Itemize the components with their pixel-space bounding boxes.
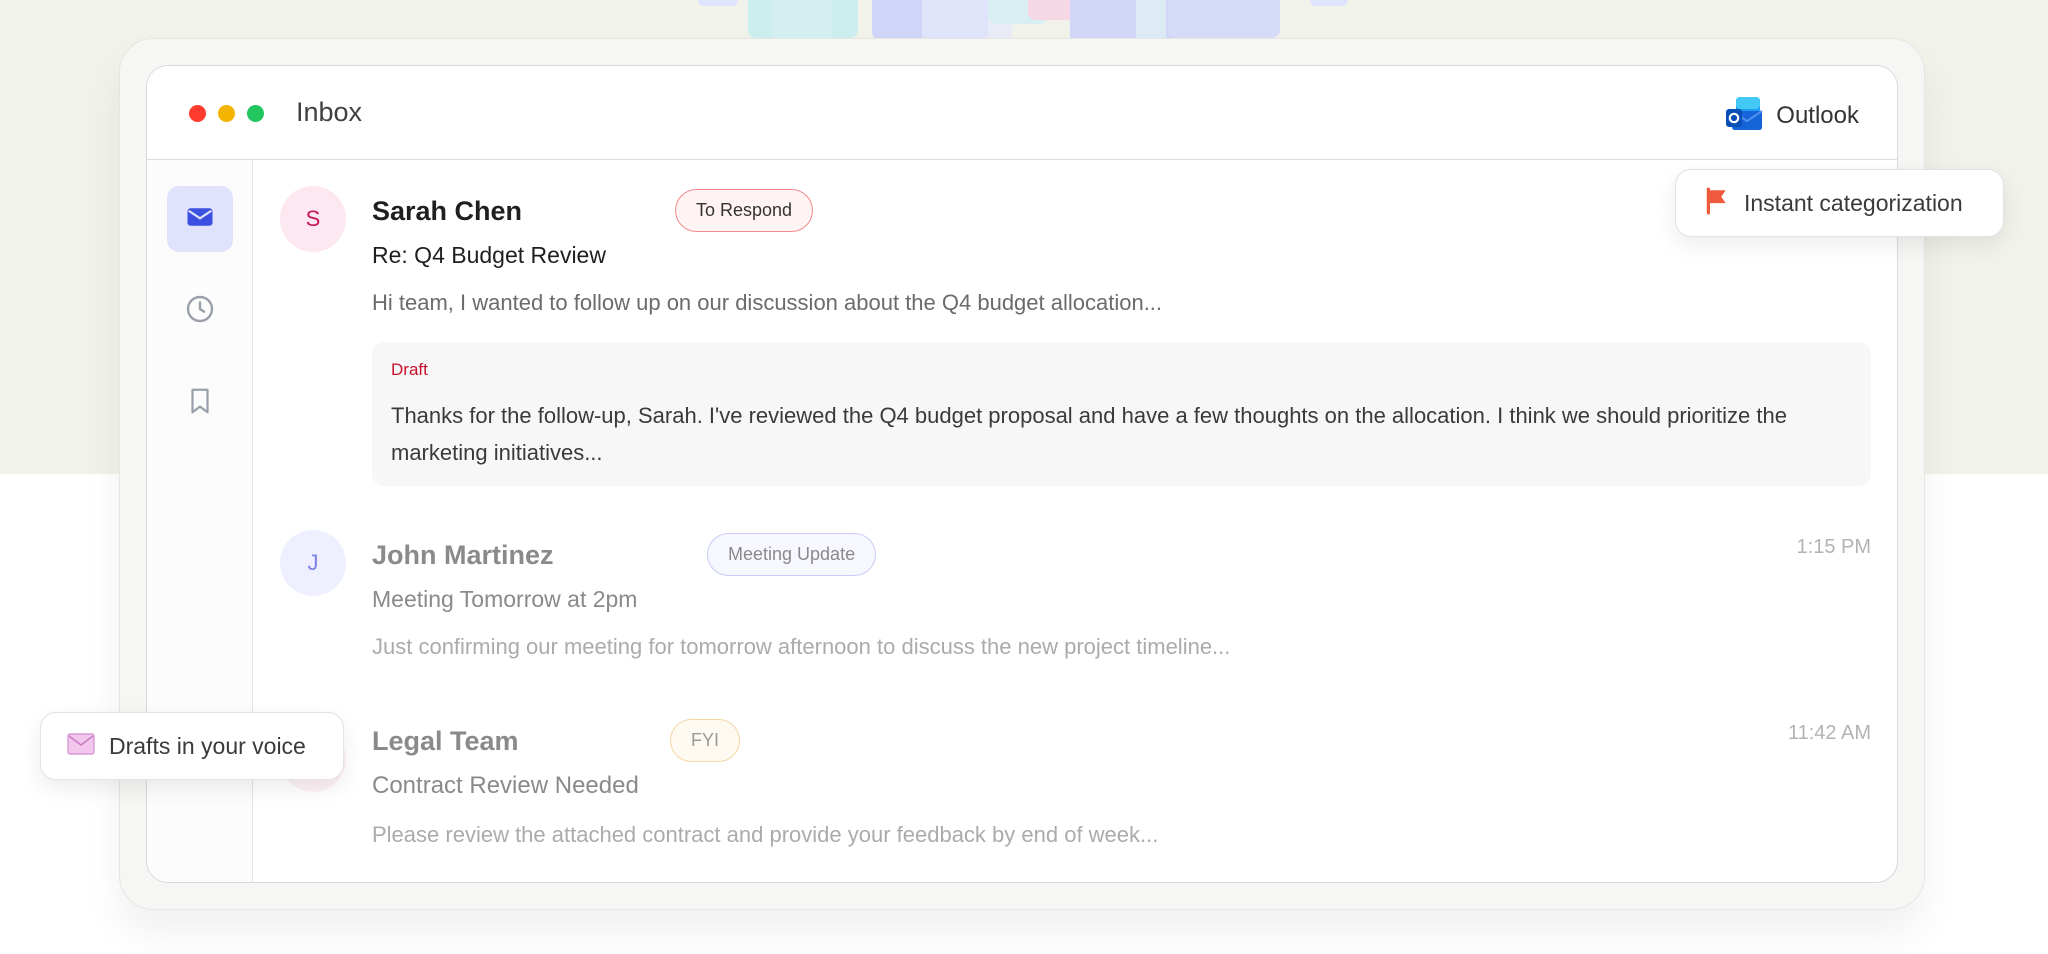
sidebar-item-inbox[interactable] xyxy=(167,186,233,252)
sender-name: John Martinez xyxy=(372,540,554,570)
callout-label: Drafts in your voice xyxy=(109,732,306,759)
bookmark-icon xyxy=(185,386,215,421)
close-window-button[interactable] xyxy=(189,105,206,122)
tag-fyi[interactable]: FYI xyxy=(670,719,741,762)
title-bar: Inbox Outlook xyxy=(147,66,1897,160)
email-list: S Sarah Chen To Respond Re: Q4 Budget Re… xyxy=(254,160,1897,882)
email-preview: Please review the attached contract and … xyxy=(372,822,1159,847)
tag-to-respond[interactable]: To Respond xyxy=(675,189,814,232)
maximize-window-button[interactable] xyxy=(247,105,264,122)
email-item[interactable]: J John Martinez Meeting Update 1:15 PM M… xyxy=(254,500,1897,686)
email-preview: Just confirming our meeting for tomorrow… xyxy=(372,634,1231,659)
draft-text: Thanks for the follow-up, Sarah. I've re… xyxy=(391,403,1787,465)
brand-label: Outlook xyxy=(1776,101,1859,129)
avatar: J xyxy=(280,530,346,596)
envelope-icon xyxy=(185,202,215,237)
avatar: S xyxy=(280,186,346,252)
sender-name: Legal Team xyxy=(372,726,519,756)
outlook-brand: Outlook xyxy=(1724,93,1859,138)
outlook-logo-icon xyxy=(1724,93,1764,138)
email-subject: Re: Q4 Budget Review xyxy=(372,242,606,268)
email-time: 11:42 AM xyxy=(1787,722,1871,744)
tag-meeting-update[interactable]: Meeting Update xyxy=(707,533,877,576)
envelope-icon xyxy=(67,732,95,760)
sender-name: Sarah Chen xyxy=(372,196,523,226)
callout-drafts-voice: Drafts in your voice xyxy=(40,712,344,780)
sidebar-item-saved[interactable] xyxy=(167,370,233,436)
draft-label: Draft xyxy=(391,360,428,379)
callout-instant-categorization: Instant categorization xyxy=(1675,169,2004,237)
email-time: 1:15 PM xyxy=(1796,536,1871,558)
draft-reply[interactable]: Draft Thanks for the follow-up, Sarah. I… xyxy=(372,342,1871,486)
email-preview: Hi team, I wanted to follow up on our di… xyxy=(372,290,1163,315)
email-subject: Meeting Tomorrow at 2pm xyxy=(372,586,638,612)
email-item[interactable]: Legal Team FYI 11:42 AM Contract Review … xyxy=(254,686,1897,882)
clock-icon xyxy=(184,293,216,330)
minimize-window-button[interactable] xyxy=(218,105,235,122)
sidebar-item-recent[interactable] xyxy=(167,278,233,344)
email-item[interactable]: S Sarah Chen To Respond Re: Q4 Budget Re… xyxy=(254,160,1897,500)
window-title: Inbox xyxy=(296,97,363,127)
email-subject: Contract Review Needed xyxy=(372,772,639,799)
flag-icon xyxy=(1704,187,1730,220)
callout-label: Instant categorization xyxy=(1744,189,1963,216)
mail-window: Inbox Outlook S Sarah Chen To Respond Re… xyxy=(146,65,1898,883)
